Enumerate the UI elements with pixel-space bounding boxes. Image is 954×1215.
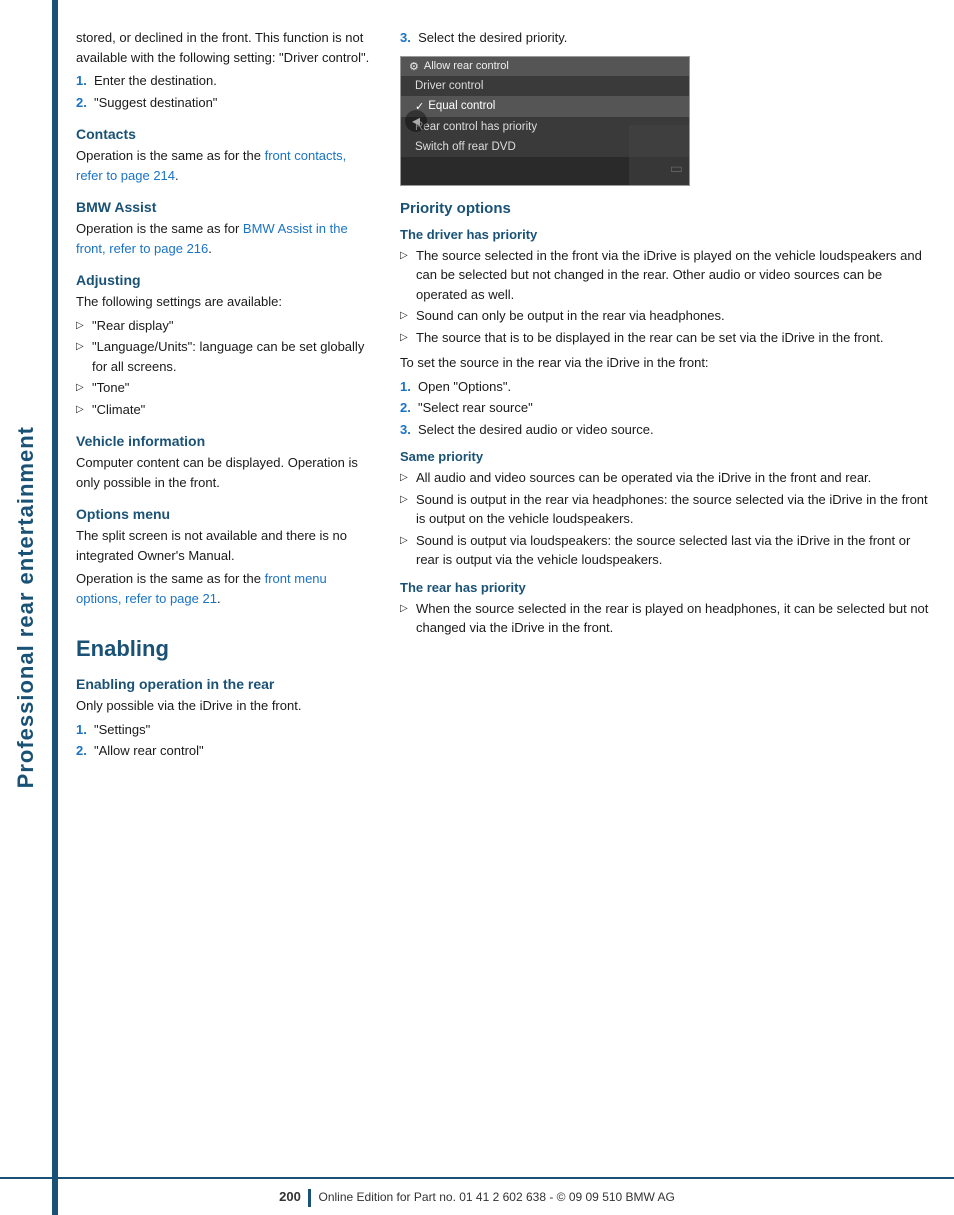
topbar-title: Allow rear control <box>424 60 509 72</box>
driver-priority-step-3: 3. Select the desired audio or video sou… <box>400 420 936 440</box>
driver-priority-item-3: The source that is to be displayed in th… <box>400 328 936 348</box>
enabling-step-1: 1. "Settings" <box>76 720 370 740</box>
intro-text: stored, or declined in the front. This f… <box>76 28 370 67</box>
rear-priority-heading: The rear has priority <box>400 580 936 595</box>
enabling-step-2: 2. "Allow rear control" <box>76 741 370 761</box>
enabling-steps: 1. "Settings" 2. "Allow rear control" <box>76 720 370 761</box>
sidebar-label: Professional rear entertainment <box>13 426 39 788</box>
options-menu-heading: Options menu <box>76 506 370 522</box>
page-footer: 200 Online Edition for Part no. 01 41 2 … <box>0 1177 954 1215</box>
options-menu-text2: Operation is the same as for the front m… <box>76 569 370 608</box>
enabling-text: Only possible via the iDrive in the fron… <box>76 696 370 716</box>
adjusting-item-2: "Language/Units": language can be set gl… <box>76 337 370 376</box>
adjusting-intro: The following settings are available: <box>76 292 370 312</box>
adjusting-heading: Adjusting <box>76 272 370 288</box>
same-priority-heading: Same priority <box>400 449 936 464</box>
driver-priority-steps: 1. Open "Options". 2. "Select rear sourc… <box>400 377 936 440</box>
adjusting-item-4: "Climate" <box>76 400 370 420</box>
right-column: 3. Select the desired priority. ⚙ Allow … <box>388 18 954 1215</box>
rear-priority-item-1: When the source selected in the rear is … <box>400 599 936 638</box>
topbar-icon: ⚙ <box>409 60 419 73</box>
driver-priority-list: The source selected in the front via the… <box>400 246 936 348</box>
driver-priority-intro: To set the source in the rear via the iD… <box>400 353 936 373</box>
driver-priority-item-2: Sound can only be output in the rear via… <box>400 306 936 326</box>
menu-item-equal-control: Equal control <box>401 96 689 117</box>
screenshot-inner: ⚙ Allow rear control Driver control Equa… <box>401 57 689 185</box>
driver-priority-heading: The driver has priority <box>400 227 936 242</box>
step3-text: 3. Select the desired priority. <box>400 28 936 48</box>
priority-options-heading: Priority options <box>400 200 936 217</box>
sidebar: Professional rear entertainment <box>0 0 52 1215</box>
same-priority-list: All audio and video sources can be opera… <box>400 468 936 570</box>
same-priority-item-2: Sound is output in the rear via headphon… <box>400 490 936 529</box>
driver-priority-step-2: 2. "Select rear source" <box>400 398 936 418</box>
content-area: stored, or declined in the front. This f… <box>58 0 954 1215</box>
menu-item-driver-control: Driver control <box>401 76 689 96</box>
driver-priority-item-1: The source selected in the front via the… <box>400 246 936 305</box>
options-menu-text1: The split screen is not available and th… <box>76 526 370 565</box>
bmw-assist-heading: BMW Assist <box>76 199 370 215</box>
step3-num: 3. <box>400 30 411 45</box>
same-priority-item-1: All audio and video sources can be opera… <box>400 468 936 488</box>
contacts-heading: Contacts <box>76 126 370 142</box>
left-column: stored, or declined in the front. This f… <box>58 18 388 1215</box>
enabling-big-heading: Enabling <box>76 636 370 662</box>
vehicle-info-text: Computer content can be displayed. Opera… <box>76 453 370 492</box>
page-wrapper: Professional rear entertainment stored, … <box>0 0 954 1215</box>
footer-divider <box>308 1189 311 1207</box>
contacts-text: Operation is the same as for the front c… <box>76 146 370 185</box>
intro-steps: 1. Enter the destination. 2. "Suggest de… <box>76 71 370 112</box>
intro-step-2: 2. "Suggest destination" <box>76 93 370 113</box>
enabling-sub-heading: Enabling operation in the rear <box>76 676 370 692</box>
screenshot-map-bg <box>629 125 689 185</box>
adjusting-item-1: "Rear display" <box>76 316 370 336</box>
same-priority-item-3: Sound is output via loudspeakers: the so… <box>400 531 936 570</box>
vehicle-info-heading: Vehicle information <box>76 433 370 449</box>
bmw-assist-text: Operation is the same as for BMW Assist … <box>76 219 370 258</box>
screenshot-left-nav: ◂ <box>405 110 427 132</box>
footer-text: Online Edition for Part no. 01 41 2 602 … <box>319 1190 675 1204</box>
intro-step-1: 1. Enter the destination. <box>76 71 370 91</box>
rear-priority-list: When the source selected in the rear is … <box>400 599 936 638</box>
adjusting-item-3: "Tone" <box>76 378 370 398</box>
screenshot-topbar: ⚙ Allow rear control <box>401 57 689 76</box>
screenshot-container: ⚙ Allow rear control Driver control Equa… <box>400 56 690 186</box>
driver-priority-step-1: 1. Open "Options". <box>400 377 936 397</box>
adjusting-list: "Rear display" "Language/Units": languag… <box>76 316 370 420</box>
page-number: 200 <box>279 1189 301 1204</box>
